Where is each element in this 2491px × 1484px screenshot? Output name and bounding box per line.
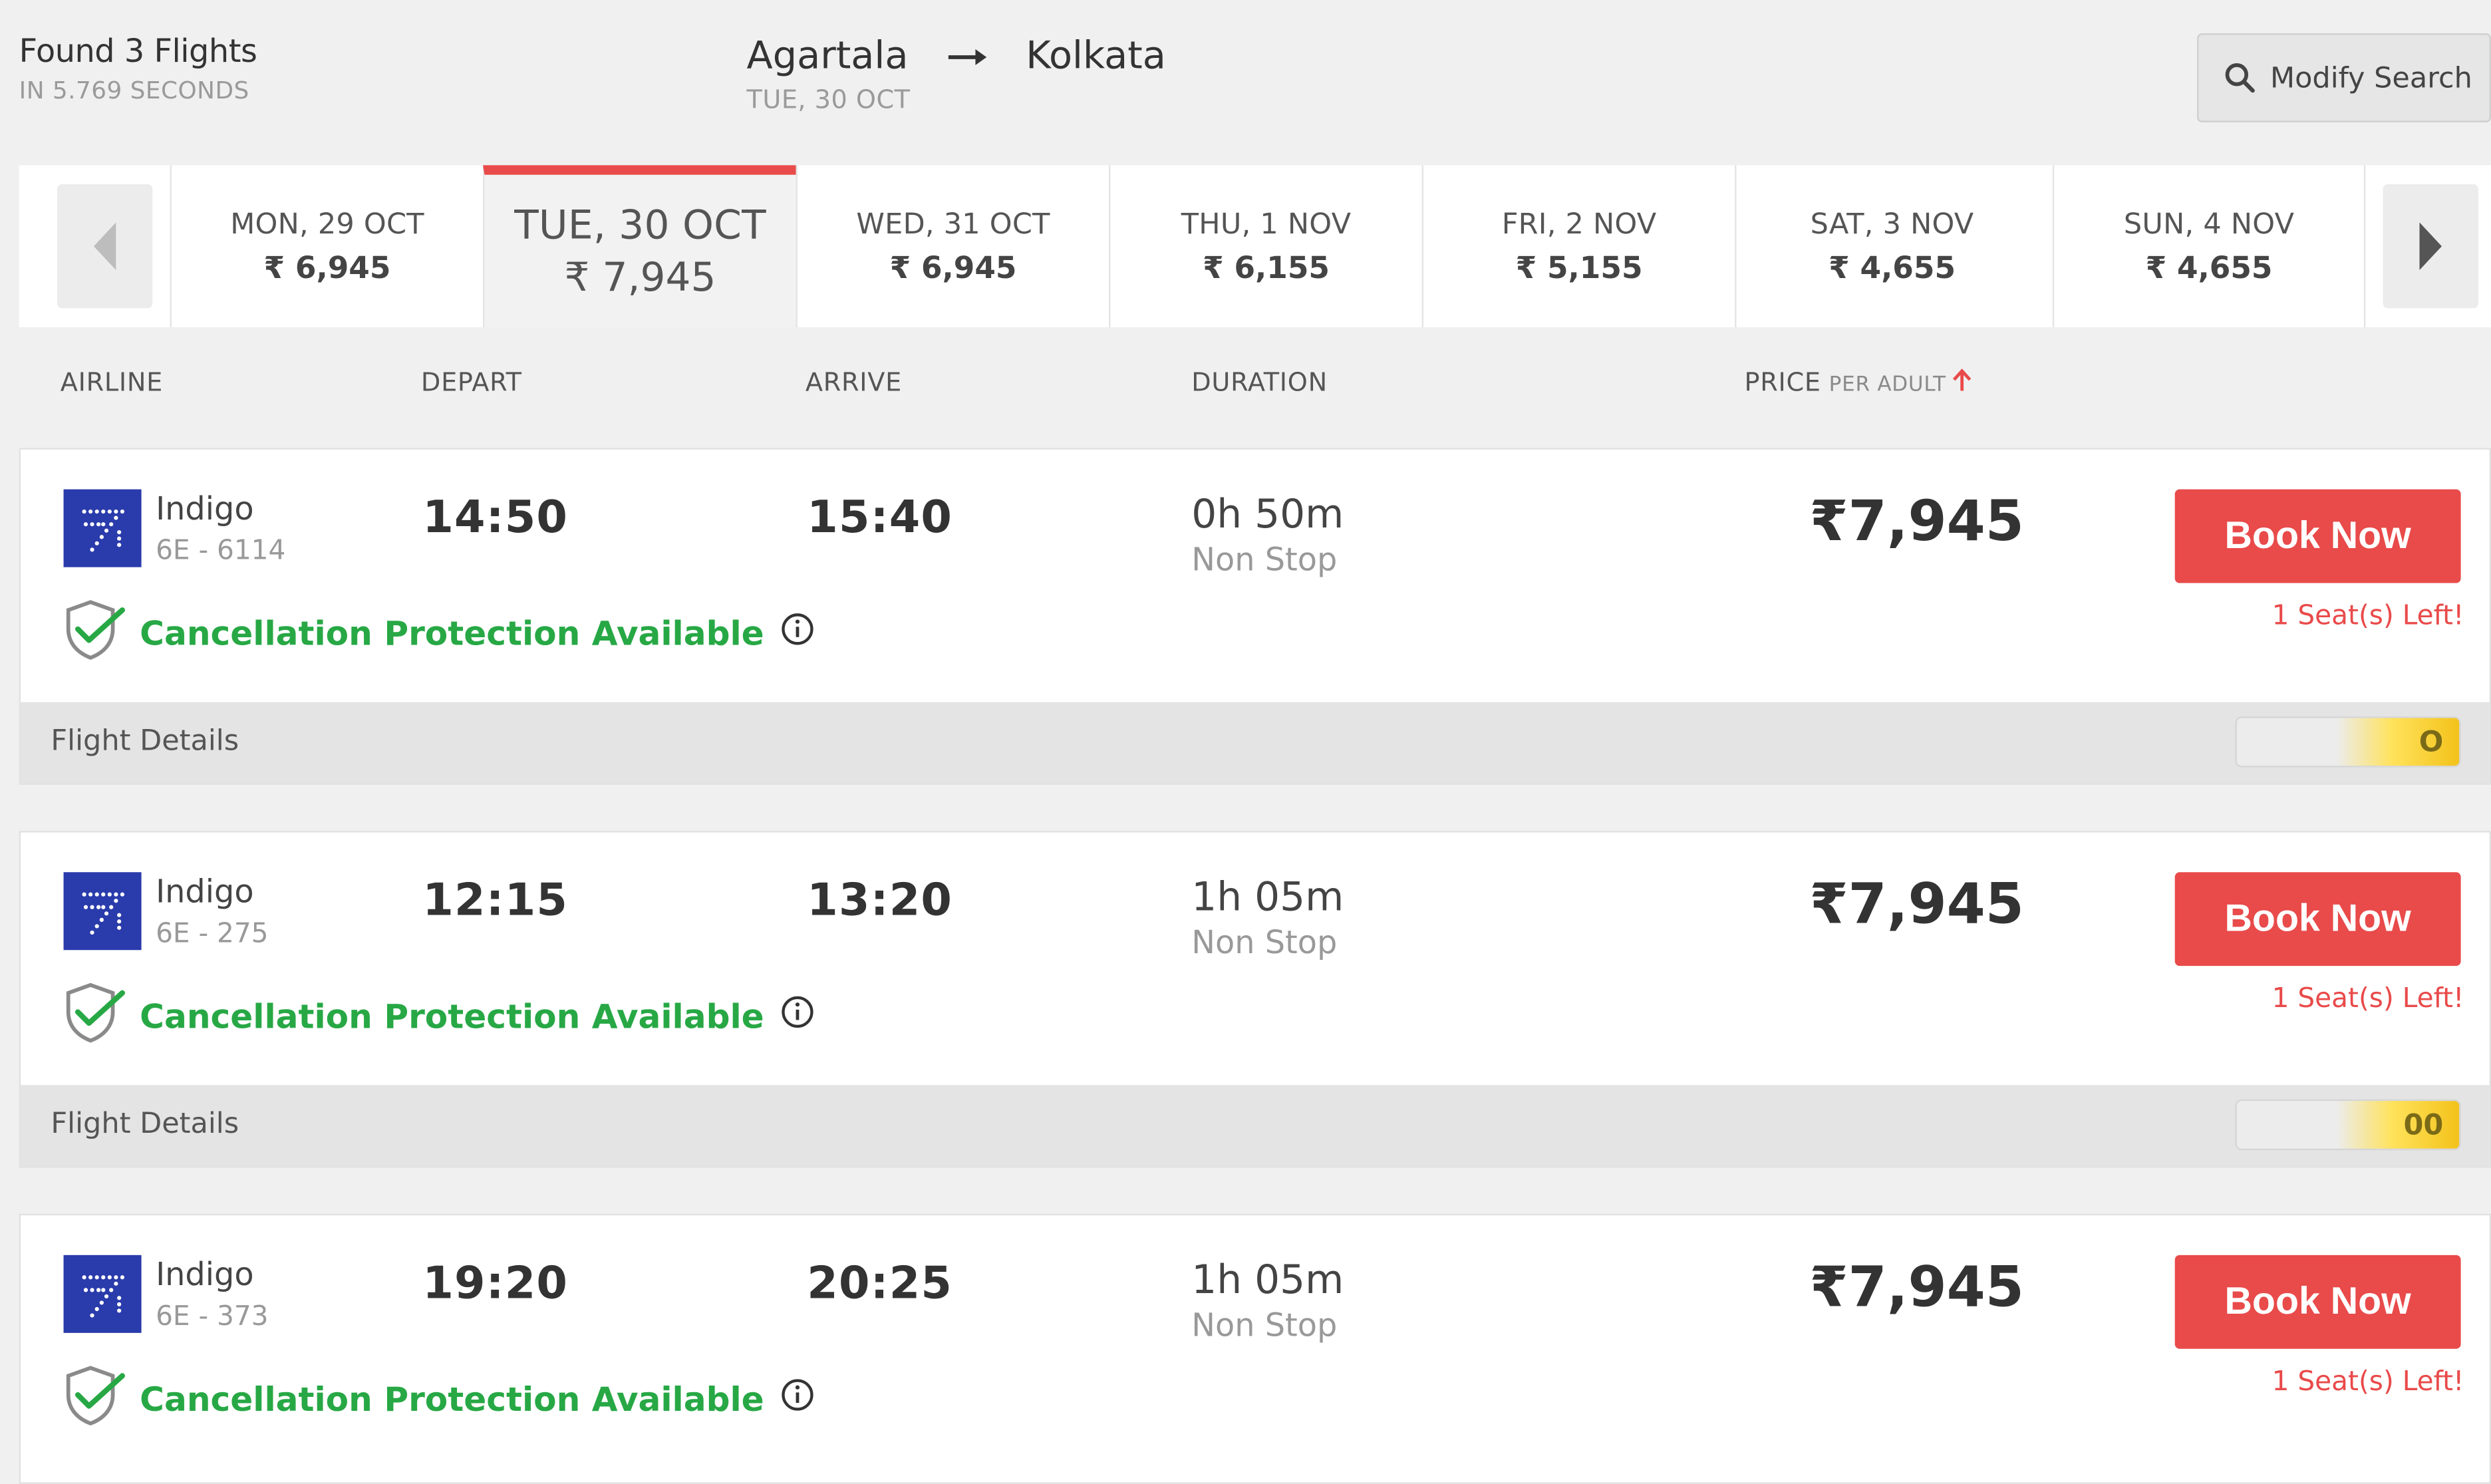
column-arrive[interactable]: ARRIVE bbox=[806, 367, 902, 397]
offer-badge[interactable]: 00 bbox=[2235, 1099, 2461, 1151]
date-strip: MON, 29 OCT ₹ 6,945 TUE, 30 OCT ₹ 7,945 … bbox=[19, 165, 2491, 328]
date-price: ₹ 6,945 bbox=[263, 250, 391, 285]
date-label: TUE, 30 OCT bbox=[514, 202, 766, 248]
cancellation-label: Cancellation Protection Available bbox=[140, 1380, 764, 1418]
flight-card: Indigo 6E - 275 12:15 13:20 1h 05m Non S… bbox=[19, 831, 2491, 1168]
airline-name: Indigo bbox=[156, 872, 254, 911]
column-price[interactable]: PRICE PER ADULT bbox=[1744, 367, 1972, 399]
arrive-time: 20:25 bbox=[807, 1257, 953, 1310]
cancellation-protection: Cancellation Protection Available bbox=[59, 1363, 815, 1434]
book-now-button[interactable]: Book Now bbox=[2174, 489, 2461, 583]
arrive-time: 13:20 bbox=[807, 873, 953, 927]
modify-search-label: Modify Search bbox=[2270, 61, 2472, 95]
date-price: ₹ 5,155 bbox=[1515, 250, 1643, 285]
results-count: Found 3 Flights bbox=[19, 31, 257, 71]
flight-details-bar[interactable]: Flight Details O bbox=[21, 702, 2490, 784]
date-label: MON, 29 OCT bbox=[230, 207, 424, 241]
date-price: ₹ 4,655 bbox=[2145, 250, 2273, 285]
flight-number: 6E - 6114 bbox=[156, 535, 286, 567]
date-option-tue-30-oct[interactable]: TUE, 30 OCT ₹ 7,945 bbox=[483, 165, 796, 328]
depart-time: 14:50 bbox=[422, 491, 569, 543]
price: ₹7,945 bbox=[1809, 491, 2024, 555]
flight-card: Indigo 6E - 6114 14:50 15:40 0h 50m Non … bbox=[19, 448, 2491, 785]
date-option-sat-3-nov[interactable]: SAT, 3 NOV ₹ 4,655 bbox=[1735, 165, 2048, 328]
date-option-fri-2-nov[interactable]: FRI, 2 NOV ₹ 5,155 bbox=[1421, 165, 1735, 328]
column-duration[interactable]: DURATION bbox=[1191, 367, 1328, 397]
column-price-label: PRICE bbox=[1744, 367, 1821, 398]
price: ₹7,945 bbox=[1809, 1257, 2024, 1320]
cancellation-protection: Cancellation Protection Available bbox=[59, 980, 815, 1052]
chevron-right-icon bbox=[2419, 222, 2442, 271]
date-prev-button[interactable] bbox=[57, 184, 153, 309]
cancellation-label: Cancellation Protection Available bbox=[140, 614, 764, 653]
depart-time: 19:20 bbox=[422, 1257, 569, 1310]
duration: 0h 50m bbox=[1191, 491, 1344, 537]
origin-city: Agartala bbox=[746, 33, 909, 78]
duration: 1h 05m bbox=[1191, 1257, 1344, 1303]
flight-number: 6E - 373 bbox=[156, 1301, 269, 1333]
date-option-thu-1-nov[interactable]: THU, 1 NOV ₹ 6,155 bbox=[1109, 165, 1422, 328]
date-price: ₹ 4,655 bbox=[1829, 250, 1956, 285]
date-label: SAT, 3 NOV bbox=[1810, 207, 1974, 241]
column-price-sub: PER ADULT bbox=[1829, 373, 1946, 398]
flight-details-link[interactable]: Flight Details bbox=[51, 724, 239, 758]
route: Agartala Kolkata bbox=[747, 32, 1166, 80]
date-next-button[interactable] bbox=[2383, 184, 2478, 309]
flight-card: Indigo 6E - 373 19:20 20:25 1h 05m Non S… bbox=[19, 1213, 2491, 1484]
info-icon[interactable] bbox=[780, 1378, 815, 1420]
flight-number: 6E - 275 bbox=[156, 918, 269, 951]
shield-check-icon bbox=[59, 980, 125, 1052]
shield-check-icon bbox=[59, 1363, 125, 1434]
date-price: ₹ 6,155 bbox=[1203, 250, 1330, 285]
info-icon[interactable] bbox=[780, 994, 815, 1037]
route-date: TUE, 30 OCT bbox=[746, 84, 911, 114]
book-now-button[interactable]: Book Now bbox=[2174, 872, 2461, 966]
arrive-time: 15:40 bbox=[807, 491, 953, 543]
seats-left: 1 Seat(s) Left! bbox=[2271, 1366, 2464, 1398]
date-option-mon-29-oct[interactable]: MON, 29 OCT ₹ 6,945 bbox=[170, 165, 484, 328]
seats-left: 1 Seat(s) Left! bbox=[2271, 983, 2464, 1016]
airline-name: Indigo bbox=[156, 489, 254, 527]
stops: Non Stop bbox=[1191, 540, 1338, 579]
date-label: WED, 31 OCT bbox=[856, 207, 1050, 241]
column-depart[interactable]: DEPART bbox=[421, 367, 522, 397]
shield-check-icon bbox=[59, 597, 125, 668]
flight-details-link[interactable]: Flight Details bbox=[51, 1108, 239, 1141]
book-now-button[interactable]: Book Now bbox=[2174, 1255, 2461, 1349]
airline-name: Indigo bbox=[156, 1255, 254, 1294]
seats-left: 1 Seat(s) Left! bbox=[2271, 600, 2464, 633]
cancellation-protection: Cancellation Protection Available bbox=[59, 597, 815, 668]
column-airline[interactable]: AIRLINE bbox=[61, 367, 163, 397]
date-option-sun-4-nov[interactable]: SUN, 4 NOV ₹ 4,655 bbox=[2052, 165, 2366, 328]
indigo-logo-icon bbox=[63, 489, 142, 567]
modify-search-button[interactable]: Modify Search bbox=[2197, 33, 2491, 122]
date-label: THU, 1 NOV bbox=[1181, 207, 1352, 241]
indigo-logo-icon bbox=[63, 872, 142, 951]
destination-city: Kolkata bbox=[1026, 33, 1166, 78]
search-icon bbox=[2225, 63, 2255, 93]
stops: Non Stop bbox=[1191, 923, 1338, 961]
search-time: IN 5.769 SECONDS bbox=[19, 76, 249, 105]
flight-results-page: Found 3 Flights IN 5.769 SECONDS Agartal… bbox=[0, 0, 2491, 1484]
chevron-left-icon bbox=[93, 222, 116, 271]
date-label: SUN, 4 NOV bbox=[2123, 207, 2295, 241]
offer-badge[interactable]: O bbox=[2235, 716, 2461, 768]
arrow-right-icon bbox=[921, 32, 1014, 80]
depart-time: 12:15 bbox=[422, 873, 569, 927]
price: ₹7,945 bbox=[1809, 873, 2024, 938]
date-option-wed-31-oct[interactable]: WED, 31 OCT ₹ 6,945 bbox=[796, 165, 1109, 328]
arrow-up-icon bbox=[1952, 367, 1972, 399]
flight-details-bar[interactable]: Flight Details 00 bbox=[21, 1085, 2490, 1167]
indigo-logo-icon bbox=[63, 1255, 142, 1333]
duration: 1h 05m bbox=[1191, 873, 1344, 920]
date-label: FRI, 2 NOV bbox=[1501, 207, 1657, 241]
stops: Non Stop bbox=[1191, 1306, 1338, 1344]
info-icon[interactable] bbox=[780, 612, 815, 655]
cancellation-label: Cancellation Protection Available bbox=[140, 996, 764, 1036]
date-price: ₹ 7,945 bbox=[564, 254, 716, 301]
date-price: ₹ 6,945 bbox=[889, 250, 1017, 285]
